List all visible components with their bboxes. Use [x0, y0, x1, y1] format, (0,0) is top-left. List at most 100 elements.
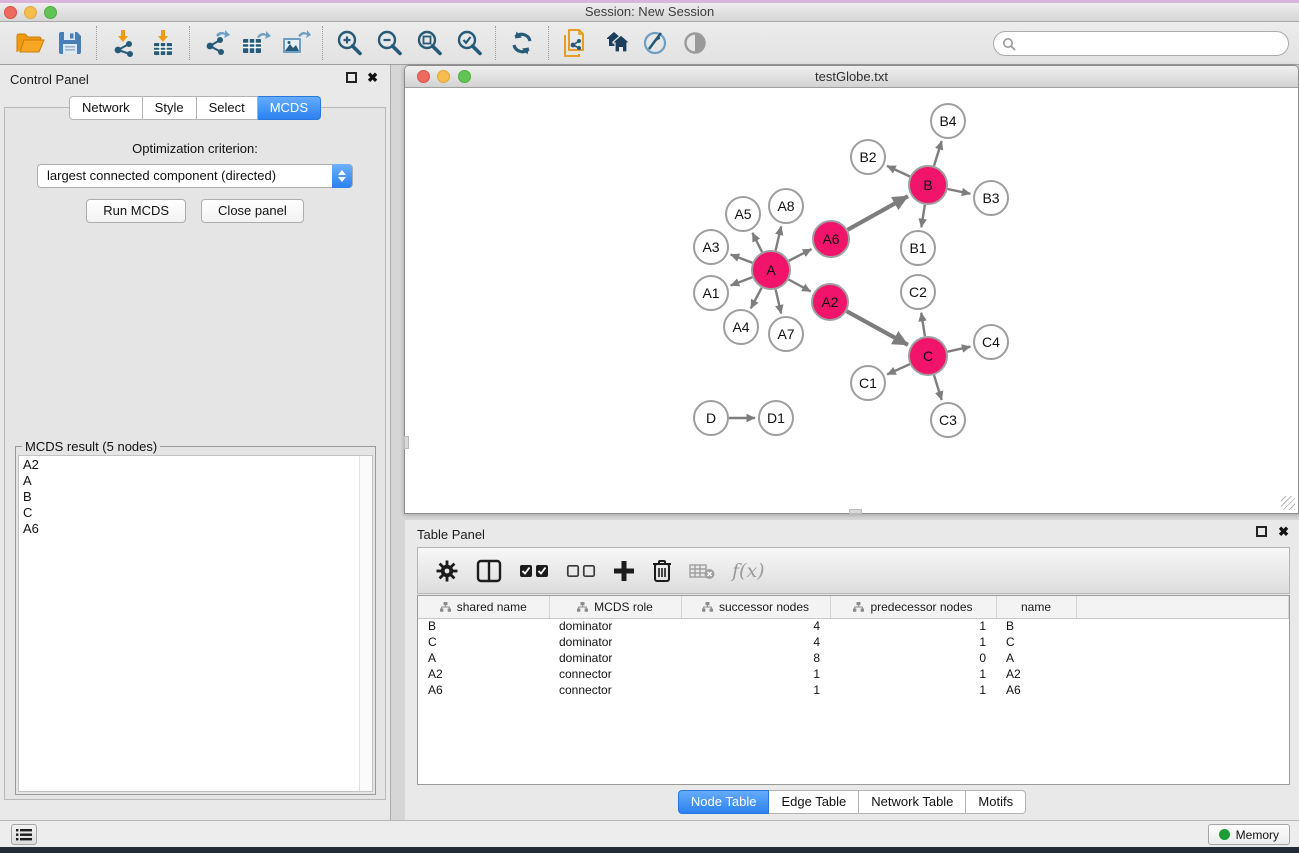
float-panel-icon[interactable] [346, 72, 357, 83]
tab-edge-table[interactable]: Edge Table [769, 790, 859, 814]
node-A7[interactable]: A7 [769, 317, 803, 351]
node-A1[interactable]: A1 [694, 276, 728, 310]
edge-A-A1[interactable] [731, 277, 753, 285]
export-image-icon[interactable] [279, 26, 313, 60]
edge-A6-B[interactable] [848, 196, 908, 230]
cell-successor-nodes[interactable]: 4 [681, 634, 830, 650]
table-row[interactable]: A6connector11A6 [418, 682, 1289, 698]
save-icon[interactable] [53, 26, 87, 60]
eye-icon[interactable] [678, 26, 712, 60]
cell-shared-name[interactable]: A2 [418, 666, 549, 682]
split-columns-icon[interactable] [476, 559, 502, 583]
cell-MCDS-role[interactable]: connector [549, 666, 681, 682]
edge-B-B4[interactable] [934, 141, 942, 166]
edge-A-A5[interactable] [752, 233, 762, 252]
mcds-result-item[interactable]: A [19, 473, 372, 489]
node-B2[interactable]: B2 [851, 140, 885, 174]
edge-A-A8[interactable] [776, 226, 782, 250]
cell-name[interactable]: C [996, 634, 1076, 650]
cell-MCDS-role[interactable]: dominator [549, 618, 681, 634]
cell-successor-nodes[interactable]: 1 [681, 682, 830, 698]
task-history-button[interactable] [11, 824, 37, 845]
run-mcds-button[interactable]: Run MCDS [86, 199, 186, 223]
cell-shared-name[interactable]: B [418, 618, 549, 634]
tab-mcds[interactable]: MCDS [258, 96, 321, 120]
close-panel-icon[interactable]: ✖ [367, 72, 378, 83]
cell-name[interactable]: A [996, 650, 1076, 666]
close-panel-button[interactable]: Close panel [201, 199, 304, 223]
cell-successor-nodes[interactable]: 8 [681, 650, 830, 666]
close-table-panel-icon[interactable]: ✖ [1278, 526, 1289, 537]
column-header-predecessor-nodes[interactable]: predecessor nodes [830, 596, 996, 618]
tab-motifs[interactable]: Motifs [966, 790, 1026, 814]
cell-name[interactable]: A6 [996, 682, 1076, 698]
edge-A-A6[interactable] [789, 249, 812, 261]
node-C4[interactable]: C4 [974, 325, 1008, 359]
edge-C-C1[interactable] [887, 364, 910, 374]
node-B3[interactable]: B3 [974, 181, 1008, 215]
search-input[interactable] [1016, 36, 1288, 51]
table-row[interactable]: Cdominator41C [418, 634, 1289, 650]
table-row[interactable]: A2connector11A2 [418, 666, 1289, 682]
table-row[interactable]: Bdominator41B [418, 618, 1289, 634]
tab-network-table[interactable]: Network Table [859, 790, 966, 814]
minimize-window-button[interactable] [24, 6, 37, 19]
mcds-result-item[interactable]: C [19, 505, 372, 521]
mcds-result-list[interactable]: A2ABCA6 [18, 455, 373, 792]
tab-select[interactable]: Select [197, 96, 258, 120]
cell-shared-name[interactable]: A [418, 650, 549, 666]
zoom-window-button[interactable] [44, 6, 57, 19]
tab-node-table[interactable]: Node Table [678, 790, 770, 814]
cell-shared-name[interactable]: C [418, 634, 549, 650]
cell-shared-name[interactable]: A6 [418, 682, 549, 698]
node-A2[interactable]: A2 [812, 284, 848, 320]
edge-B-B1[interactable] [921, 205, 925, 228]
node-A3[interactable]: A3 [694, 230, 728, 264]
node-table[interactable]: shared nameMCDS rolesuccessor nodesprede… [417, 595, 1290, 785]
zoom-in-icon[interactable] [332, 26, 366, 60]
import-table-icon[interactable] [146, 26, 180, 60]
clone-network-icon[interactable] [558, 26, 592, 60]
refresh-icon[interactable] [505, 26, 539, 60]
cell-successor-nodes[interactable]: 1 [681, 666, 830, 682]
node-B1[interactable]: B1 [901, 231, 935, 265]
edge-C-C4[interactable] [948, 347, 971, 352]
export-network-icon[interactable] [199, 26, 233, 60]
import-network-icon[interactable] [106, 26, 140, 60]
node-A[interactable]: A [752, 251, 790, 289]
cell-MCDS-role[interactable]: dominator [549, 634, 681, 650]
cell-predecessor-nodes[interactable]: 1 [830, 634, 996, 650]
gear-icon[interactable] [435, 559, 459, 583]
tab-style[interactable]: Style [143, 96, 197, 120]
column-header-name[interactable]: name [996, 596, 1076, 618]
edge-A-A3[interactable] [731, 255, 753, 263]
cell-predecessor-nodes[interactable]: 1 [830, 682, 996, 698]
network-graph[interactable]: AA1A2A3A4A5A6A7A8BB1B2B3B4CC1C2C3C4DD1 [406, 88, 1299, 512]
cell-name[interactable]: A2 [996, 666, 1076, 682]
search-field[interactable] [993, 31, 1289, 56]
tab-network[interactable]: Network [69, 96, 143, 120]
network-minimize-button[interactable] [437, 70, 450, 83]
node-C3[interactable]: C3 [931, 403, 965, 437]
close-window-button[interactable] [4, 6, 17, 19]
function-builder-icon[interactable]: f(x) [732, 560, 765, 582]
edge-B-B3[interactable] [948, 189, 971, 194]
node-A6[interactable]: A6 [813, 221, 849, 257]
edge-B-B2[interactable] [887, 166, 910, 177]
cell-MCDS-role[interactable]: dominator [549, 650, 681, 666]
table-row[interactable]: Adominator80A [418, 650, 1289, 666]
node-A5[interactable]: A5 [726, 197, 760, 231]
network-window-titlebar[interactable]: testGlobe.txt [405, 66, 1298, 88]
window-resize-grip[interactable] [1281, 496, 1295, 510]
column-header-MCDS-role[interactable]: MCDS role [549, 596, 681, 618]
edge-A-A4[interactable] [751, 288, 762, 309]
cell-predecessor-nodes[interactable]: 0 [830, 650, 996, 666]
cell-predecessor-nodes[interactable]: 1 [830, 618, 996, 634]
delete-column-icon[interactable] [652, 559, 672, 583]
toggle-details-icon[interactable] [638, 26, 672, 60]
splitter-grip-left[interactable] [404, 436, 409, 449]
cell-predecessor-nodes[interactable]: 1 [830, 666, 996, 682]
mcds-result-item[interactable]: A2 [19, 457, 372, 473]
memory-button[interactable]: Memory [1208, 824, 1290, 845]
zoom-selected-icon[interactable] [452, 26, 486, 60]
